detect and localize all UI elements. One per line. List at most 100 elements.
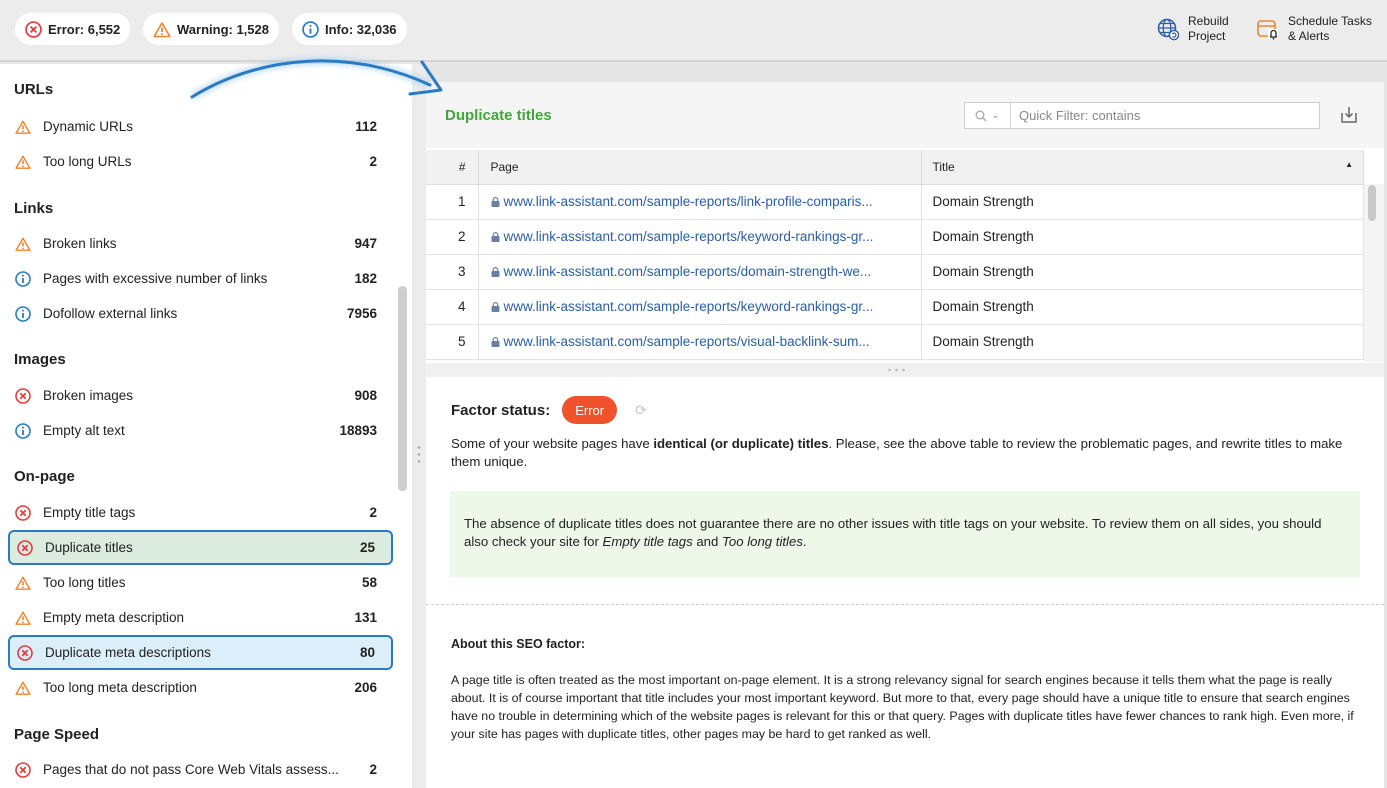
sidebar-item-empty-alt-text[interactable]: Empty alt text 18893 (8, 413, 393, 448)
sidebar-item-count: 182 (354, 271, 377, 286)
schedule-line1: Schedule Tasks (1288, 14, 1372, 28)
sidebar-item-too-long-urls[interactable]: Too long URLs 2 (8, 144, 393, 179)
cell-num: 4 (426, 289, 479, 325)
page-link[interactable]: www.link-assistant.com/sample-reports/ke… (504, 229, 874, 244)
cell-title: Domain Strength (921, 289, 1364, 325)
sidebar-item-label: Pages that do not pass Core Web Vitals a… (43, 762, 339, 777)
sidebar: URLs Dynamic URLs 112 Too long URLs 2 Li… (0, 64, 412, 788)
sort-up-icon: ▲ (1345, 159, 1353, 169)
column-header-page[interactable]: Page (478, 150, 922, 185)
note-link-too-long-titles[interactable]: Too long titles (722, 534, 803, 549)
section-title-links: Links (14, 200, 54, 217)
info-count-label: Info: 32,036 (325, 21, 397, 37)
table-row[interactable]: 2 www.link-assistant.com/sample-reports/… (426, 219, 1364, 255)
table-header-row: # Page Title ▲ (426, 150, 1364, 185)
warning-icon (153, 21, 171, 37)
sidebar-item-duplicate-meta-descriptions[interactable]: Duplicate meta descriptions 80 (8, 635, 393, 670)
status-badge: Error (562, 396, 618, 424)
page-link[interactable]: www.link-assistant.com/sample-reports/ke… (504, 299, 874, 314)
sidebar-item-excessive-links[interactable]: Pages with excessive number of links 182 (8, 261, 393, 296)
column-header-title-label: Title (932, 159, 955, 174)
sidebar-item-label: Duplicate titles (45, 540, 133, 555)
schedule-tasks-button[interactable]: Schedule Tasks & Alerts (1256, 14, 1372, 44)
sidebar-item-count: 7956 (346, 306, 377, 321)
sidebar-item-count: 2 (369, 762, 377, 777)
cell-num: 2 (426, 219, 479, 255)
sidebar-scrollbar[interactable] (398, 286, 407, 491)
desc-text-1: Some of your website pages have (451, 436, 654, 451)
error-icon (17, 539, 33, 556)
section-title-urls: URLs (14, 81, 54, 98)
page-link[interactable]: www.link-assistant.com/sample-reports/do… (504, 264, 872, 279)
sidebar-item-count: 131 (354, 610, 377, 625)
table-scrollbar[interactable] (1368, 185, 1376, 221)
column-header-num[interactable]: # (426, 150, 479, 185)
sidebar-item-label: Dynamic URLs (43, 119, 134, 134)
lock-icon (491, 197, 499, 207)
sidebar-item-too-long-titles[interactable]: Too long titles 58 (8, 565, 393, 600)
error-icon (15, 761, 31, 778)
divider (426, 604, 1384, 605)
sidebar-item-count: 18893 (339, 423, 377, 438)
cell-num: 1 (426, 184, 479, 220)
cell-page: www.link-assistant.com/sample-reports/vi… (478, 324, 922, 360)
warning-icon (15, 120, 31, 134)
sidebar-item-dynamic-urls[interactable]: Dynamic URLs 112 (8, 109, 393, 144)
table-row[interactable]: 4 www.link-assistant.com/sample-reports/… (426, 289, 1364, 325)
info-icon (15, 305, 31, 322)
splitter-grip-icon (417, 444, 421, 464)
rebuild-project-button[interactable]: Rebuild Project (1156, 14, 1229, 44)
note-link-empty-title-tags[interactable]: Empty title tags (603, 534, 693, 549)
cell-num: 3 (426, 254, 479, 290)
sidebar-item-broken-links[interactable]: Broken links 947 (8, 226, 393, 261)
sidebar-item-too-long-meta-description[interactable]: Too long meta description 206 (8, 670, 393, 705)
error-count-pill[interactable]: Error: 6,552 (15, 13, 131, 45)
page-link[interactable]: www.link-assistant.com/sample-reports/vi… (504, 334, 870, 349)
sidebar-item-count: 112 (355, 119, 377, 134)
cell-num: 5 (426, 324, 479, 360)
page-link[interactable]: www.link-assistant.com/sample-reports/li… (504, 194, 873, 209)
table-row[interactable]: 1 www.link-assistant.com/sample-reports/… (426, 184, 1364, 220)
table-row[interactable]: 5 www.link-assistant.com/sample-reports/… (426, 324, 1364, 360)
column-header-title[interactable]: Title ▲ (921, 150, 1364, 185)
lock-icon (491, 267, 499, 277)
error-icon (25, 20, 42, 38)
quick-filter-input[interactable] (1011, 108, 1311, 123)
quick-filter: ⌄ (964, 102, 1320, 129)
sidebar-item-empty-meta-description[interactable]: Empty meta description 131 (8, 600, 393, 635)
filter-search-dropdown[interactable]: ⌄ (965, 103, 1011, 128)
sidebar-item-label: Empty alt text (43, 423, 125, 438)
sidebar-item-count: 2 (369, 154, 377, 169)
info-icon (15, 422, 31, 439)
info-icon (15, 270, 31, 287)
page-title: Duplicate titles (445, 107, 552, 124)
vertical-splitter[interactable] (412, 64, 426, 788)
warning-icon (15, 155, 31, 169)
splitter-grip-icon (886, 368, 906, 372)
error-count-label: Error: 6,552 (48, 21, 121, 37)
sidebar-item-duplicate-titles[interactable]: Duplicate titles 25 (8, 530, 393, 565)
warning-icon (15, 681, 31, 695)
export-icon[interactable] (1338, 104, 1360, 126)
globe-refresh-icon (1157, 18, 1180, 41)
sidebar-item-core-web-vitals[interactable]: Pages that do not pass Core Web Vitals a… (8, 752, 393, 787)
refresh-icon[interactable]: ⟳ (635, 402, 647, 419)
sidebar-item-label: Empty title tags (43, 505, 136, 520)
horizontal-splitter[interactable] (426, 363, 1384, 377)
tip-note: The absence of duplicate titles does not… (450, 491, 1360, 577)
about-text: A page title is often treated as the mos… (451, 673, 1354, 741)
factor-status: Factor status: Error ⟳ (451, 396, 647, 424)
sidebar-item-dofollow-links[interactable]: Dofollow external links 7956 (8, 296, 393, 331)
lock-icon (491, 232, 499, 242)
sidebar-item-empty-title-tags[interactable]: Empty title tags 2 (8, 495, 393, 530)
main-header: Duplicate titles ⌄ (426, 82, 1384, 148)
section-title-images: Images (14, 351, 66, 368)
sidebar-item-count: 58 (361, 575, 377, 590)
info-count-pill[interactable]: Info: 32,036 (292, 13, 407, 45)
sidebar-item-broken-images[interactable]: Broken images 908 (8, 378, 393, 413)
cell-page: www.link-assistant.com/sample-reports/li… (478, 184, 922, 220)
warning-count-pill[interactable]: Warning: 1,528 (143, 13, 279, 45)
sidebar-item-label: Pages with excessive number of links (43, 271, 268, 286)
rebuild-line2: Project (1188, 29, 1226, 43)
table-row[interactable]: 3 www.link-assistant.com/sample-reports/… (426, 254, 1364, 290)
